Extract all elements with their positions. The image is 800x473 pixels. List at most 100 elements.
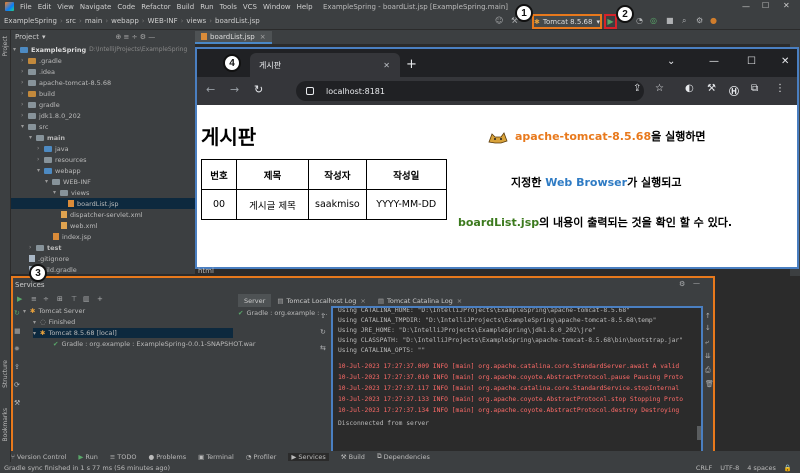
scroll-to-end-icon[interactable]: ⇊ [705,352,711,360]
lock-icon[interactable]: 🔒 [784,464,792,472]
project-stripe-label[interactable]: Project [2,36,9,57]
down-icon[interactable]: ↓ [705,324,711,332]
menu-help[interactable]: Help [297,3,313,11]
tree-item[interactable]: ▾ views [53,187,89,198]
tool-build[interactable]: ⚒ Build [341,453,365,461]
print-icon[interactable]: ⎙ [705,366,711,375]
tool-profiler[interactable]: ◔ Profiler [246,453,277,461]
menu-code[interactable]: Code [117,3,135,11]
structure-stripe-label[interactable]: Structure [2,360,9,388]
add-service-icon[interactable]: + [97,295,103,303]
star-icon[interactable]: ☆ [655,83,664,94]
close-icon[interactable]: ✕ [783,1,790,10]
menu-window[interactable]: Window [263,3,291,11]
status-message[interactable]: Gradle sync finished in 1 s 77 ms (56 mi… [4,464,170,472]
tool-terminal[interactable]: ▣ Terminal [198,453,234,461]
up-icon[interactable]: ↑ [705,312,711,320]
tree-item[interactable]: ▾ webapp [37,165,81,176]
more-icon[interactable]: ⋮ [775,83,785,94]
extensions-icon[interactable]: ⧉ [751,83,758,94]
tree-item[interactable]: › java [37,143,69,154]
line-separator[interactable]: CRLF [696,464,712,472]
search-icon[interactable]: ⌕ [682,16,686,26]
chevron-down-icon[interactable]: ▾ [42,33,46,41]
console-output[interactable]: Using CATALINA_HOME: "D:\IntelliJProject… [331,306,703,460]
address-bar[interactable]: localhost:8181 [296,81,644,101]
panel-tools-icon[interactable]: ⊕ ≡ ÷ ⚙ — [115,33,155,41]
menu-tools[interactable]: Tools [220,3,237,11]
coverage-icon[interactable]: ◔ [636,16,643,25]
tree-item[interactable]: › build [21,88,55,99]
deploy-up-icon[interactable]: ⇧ [320,312,326,320]
deploy-icon[interactable]: ⇪ [14,363,20,371]
group-icon[interactable]: ⊞ [57,295,63,303]
bookmarks-stripe-label[interactable]: Bookmarks [2,408,9,442]
tree-item[interactable]: › apache-tomcat-8.5.68 [21,77,111,88]
tree-item[interactable]: web.xml [61,220,98,231]
tree-item[interactable]: › resources [37,154,87,165]
close-icon[interactable]: × [260,33,266,41]
trash-icon[interactable]: 🗑 [705,380,714,388]
rerun-icon[interactable]: ↻ [14,309,20,317]
breadcrumb-src[interactable]: src [66,17,76,25]
service-item[interactable]: ▾ ✱ Tomcat Server [23,306,85,316]
debug-icon[interactable]: ✹ [14,345,20,353]
stop-icon[interactable]: ■ [14,327,21,335]
breadcrumb-webapp[interactable]: webapp [111,17,139,25]
new-tab-icon[interactable]: + [406,57,417,72]
tool-dependencies[interactable]: ⧉ Dependencies [377,452,430,461]
menu-edit[interactable]: Edit [38,3,52,11]
tree-item[interactable]: ▾ main [29,132,65,143]
browser-tab[interactable]: 게시판 ✕ [250,53,400,77]
close-icon[interactable]: ✕ [383,61,390,70]
tab-server[interactable]: Server [238,294,272,307]
deployment-item[interactable]: ✔ Gradle : org.example : ... [238,309,328,317]
menu-refactor[interactable]: Refactor [141,3,170,11]
site-info-icon[interactable] [306,87,314,95]
dark-mode-icon[interactable]: ◐ [685,83,694,94]
breadcrumb-web-inf[interactable]: WEB-INF [148,17,178,25]
service-item[interactable]: ▾ ◌ Finished [33,317,75,327]
maximize-icon[interactable]: ☐ [762,1,769,10]
breadcrumb-project[interactable]: ExampleSpring [4,17,57,25]
tree-item[interactable]: ▾ ExampleSpring D:\IntelliJProjects\Exampl… [13,44,187,55]
breadcrumb-views[interactable]: views [186,17,206,25]
menu-vcs[interactable]: VCS [243,3,257,11]
project-panel-title[interactable]: Project [15,33,39,41]
tree-item[interactable]: .gitignore [29,253,69,264]
soft-wrap-icon[interactable]: ⤶ [705,338,709,347]
tool-version-control[interactable]: ⑂ Version Control [11,453,66,461]
refresh-icon[interactable]: ↻ [320,328,326,336]
menu-build[interactable]: Build [177,3,195,11]
maximize-icon[interactable]: ☐ [747,56,756,67]
minimize-icon[interactable]: — [742,2,750,11]
wrench-icon[interactable]: ⚒ [14,399,20,407]
minimize-icon[interactable]: — [709,56,719,67]
editor-tab-boardlist[interactable]: boardList.jsp × [195,31,272,44]
tree-item[interactable]: index.jsp [53,231,91,242]
settings-icon[interactable]: ⚙ [679,280,685,288]
tool-run[interactable]: ▶ Run [78,453,97,461]
indent-setting[interactable]: 4 spaces [747,464,776,472]
tree-item[interactable]: › test [29,242,62,253]
tool-problems[interactable]: ● Problems [149,453,187,461]
breadcrumb-main[interactable]: main [85,17,103,25]
menu-run[interactable]: Run [200,3,213,11]
service-item[interactable]: ✔ Gradle : org.example : ExampleSpring-0.… [53,339,256,349]
profile-icon[interactable]: ◎ [650,16,657,25]
expand-all-icon[interactable]: ≡ [31,295,37,303]
menu-file[interactable]: File [20,3,32,11]
tree-item[interactable]: › gradle [21,99,60,110]
tree-item[interactable]: ▾ src [21,121,49,132]
tree-item-selected[interactable]: boardList.jsp [11,198,195,209]
redeploy-icon[interactable]: ⇆ [320,344,326,352]
update-icon[interactable]: ⟳ [14,381,20,389]
file-encoding[interactable]: UTF-8 [720,464,739,472]
run-button[interactable]: ▶ [604,14,617,29]
menu-view[interactable]: View [57,3,74,11]
back-icon[interactable]: ← [206,83,215,96]
run-configuration-select[interactable]: ✱ Tomcat 8.5.68 ▾ [532,14,602,29]
filter-icon[interactable]: ⊤ [71,295,77,303]
hide-icon[interactable]: — [693,279,700,287]
service-item-selected[interactable]: ▾ ✱ Tomcat 8.5.68 [local] [33,328,233,338]
